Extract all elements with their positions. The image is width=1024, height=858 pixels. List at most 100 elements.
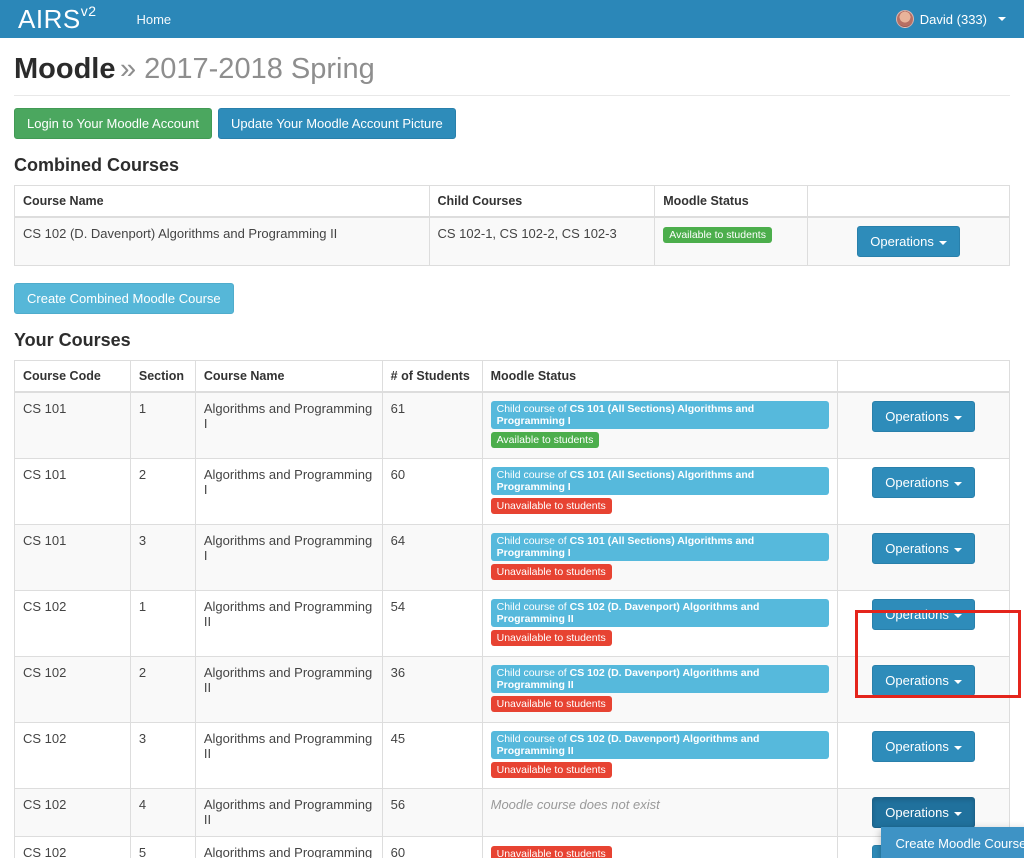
status-badge: Unavailable to students: [491, 696, 612, 712]
operations-cell: Operations: [808, 217, 1010, 266]
course-name-cell: Algorithms and Programming I: [195, 459, 382, 525]
caret-down-icon: [954, 746, 962, 750]
nav-home-link[interactable]: Home: [136, 12, 171, 27]
caret-down-icon: [954, 482, 962, 486]
course-name-cell: CS 102 (D. Davenport) Algorithms and Pro…: [15, 217, 430, 266]
caret-down-icon: [954, 548, 962, 552]
status-badge: Available to students: [663, 227, 772, 243]
child-courses-cell: CS 102-1, CS 102-2, CS 102-3: [429, 217, 655, 266]
your-courses-table: Course Code Section Course Name # of Stu…: [14, 360, 1010, 858]
moodle-status-cell: Child course ofCS 102 (D. Davenport) Alg…: [482, 591, 837, 657]
students-cell: 56: [382, 789, 482, 837]
students-cell: 60: [382, 837, 482, 858]
caret-down-icon: [939, 241, 947, 245]
section-cell: 3: [130, 525, 195, 591]
students-cell: 61: [382, 392, 482, 459]
column-header: Moodle Status: [482, 361, 837, 393]
operations-cell: Operations: [838, 723, 1010, 789]
child-course-badge: Child course ofCS 101 (All Sections) Alg…: [491, 467, 829, 495]
page-header: Moodle » 2017-2018 Spring: [14, 53, 1010, 96]
combined-courses-heading: Combined Courses: [14, 155, 1010, 176]
students-cell: 64: [382, 525, 482, 591]
section-cell: 5: [130, 837, 195, 858]
section-cell: 2: [130, 657, 195, 723]
brand-text: AIRS: [18, 4, 81, 34]
table-header-row: Course Name Child Courses Moodle Status: [15, 186, 1010, 218]
create-moodle-course-menu-item[interactable]: Create Moodle Course: [881, 827, 1024, 858]
course-name-cell: Algorithms and Programming II: [195, 837, 382, 858]
status-badge: Unavailable to students: [491, 762, 612, 778]
child-course-badge: Child course ofCS 101 (All Sections) Alg…: [491, 401, 829, 429]
status-badge: Unavailable to students: [491, 630, 612, 646]
column-header: [838, 361, 1010, 393]
course-code-cell: CS 101: [15, 525, 131, 591]
status-badge: Unavailable to students: [491, 846, 612, 858]
operations-button[interactable]: Operations: [872, 401, 975, 432]
moodle-status-cell: Moodle course does not exist: [482, 789, 837, 837]
login-moodle-button[interactable]: Login to Your Moodle Account: [14, 108, 212, 139]
caret-down-icon: [954, 416, 962, 420]
course-row: CS 102 1 Algorithms and Programming II 5…: [15, 591, 1010, 657]
child-course-badge: Child course ofCS 102 (D. Davenport) Alg…: [491, 599, 829, 627]
status-badge: Unavailable to students: [491, 564, 612, 580]
caret-down-icon: [954, 614, 962, 618]
section-cell: 4: [130, 789, 195, 837]
course-code-cell: CS 101: [15, 459, 131, 525]
column-header: Course Name: [195, 361, 382, 393]
operations-button[interactable]: Operations: [872, 599, 975, 630]
operations-cell: Operations Create Moodle Course: [838, 789, 1010, 837]
course-name-cell: Algorithms and Programming II: [195, 657, 382, 723]
course-name-cell: Algorithms and Programming II: [195, 789, 382, 837]
operations-button-open[interactable]: Operations: [872, 797, 975, 828]
moodle-status-cell: Child course ofCS 101 (All Sections) Alg…: [482, 525, 837, 591]
create-combined-course-button[interactable]: Create Combined Moodle Course: [14, 283, 234, 314]
students-cell: 45: [382, 723, 482, 789]
column-header: [808, 186, 1010, 218]
caret-down-icon: [954, 812, 962, 816]
table-header-row: Course Code Section Course Name # of Stu…: [15, 361, 1010, 393]
course-name-cell: Algorithms and Programming II: [195, 723, 382, 789]
course-code-cell: CS 102: [15, 657, 131, 723]
operations-cell: Operations: [838, 525, 1010, 591]
top-navbar: AIRSv2 Home David (333): [0, 0, 1024, 38]
column-header: Course Code: [15, 361, 131, 393]
operations-button[interactable]: Operations: [857, 226, 960, 257]
operations-button[interactable]: Operations: [872, 533, 975, 564]
course-name-cell: Algorithms and Programming II: [195, 591, 382, 657]
column-header: Child Courses: [429, 186, 655, 218]
status-badge: Unavailable to students: [491, 498, 612, 514]
moodle-status-cell: Child course ofCS 102 (D. Davenport) Alg…: [482, 657, 837, 723]
course-code-cell: CS 102: [15, 723, 131, 789]
column-header: Section: [130, 361, 195, 393]
user-menu[interactable]: David (333): [896, 10, 1006, 28]
column-header: Course Name: [15, 186, 430, 218]
operations-button[interactable]: Operations: [872, 467, 975, 498]
course-name-cell: Algorithms and Programming I: [195, 525, 382, 591]
students-cell: 60: [382, 459, 482, 525]
your-courses-heading: Your Courses: [14, 330, 1010, 351]
page-title: Moodle: [14, 53, 116, 85]
update-picture-button[interactable]: Update Your Moodle Account Picture: [218, 108, 456, 139]
moodle-account-toolbar: Login to Your Moodle Account Update Your…: [14, 108, 1010, 139]
course-row: CS 102 5 Algorithms and Programming II 6…: [15, 837, 1010, 858]
child-course-badge: Child course ofCS 102 (D. Davenport) Alg…: [491, 665, 829, 693]
course-row: CS 102 2 Algorithms and Programming II 3…: [15, 657, 1010, 723]
column-header: Moodle Status: [655, 186, 808, 218]
course-row: CS 101 2 Algorithms and Programming I 60…: [15, 459, 1010, 525]
child-course-badge: Child course ofCS 101 (All Sections) Alg…: [491, 533, 829, 561]
brand-logo[interactable]: AIRSv2: [18, 4, 96, 35]
students-cell: 54: [382, 591, 482, 657]
section-cell: 3: [130, 723, 195, 789]
course-code-cell: CS 102: [15, 837, 131, 858]
course-row: CS 102 4 Algorithms and Programming II 5…: [15, 789, 1010, 837]
course-row: CS 102 3 Algorithms and Programming II 4…: [15, 723, 1010, 789]
combined-course-row: CS 102 (D. Davenport) Algorithms and Pro…: [15, 217, 1010, 266]
operations-dropdown-menu: Create Moodle Course: [881, 827, 1024, 858]
operations-button[interactable]: Operations: [872, 665, 975, 696]
students-cell: 36: [382, 657, 482, 723]
moodle-status-cell: Unavailable to students: [482, 837, 837, 858]
column-header: # of Students: [382, 361, 482, 393]
section-cell: 1: [130, 392, 195, 459]
operations-button[interactable]: Operations: [872, 731, 975, 762]
operations-cell: Operations: [838, 459, 1010, 525]
